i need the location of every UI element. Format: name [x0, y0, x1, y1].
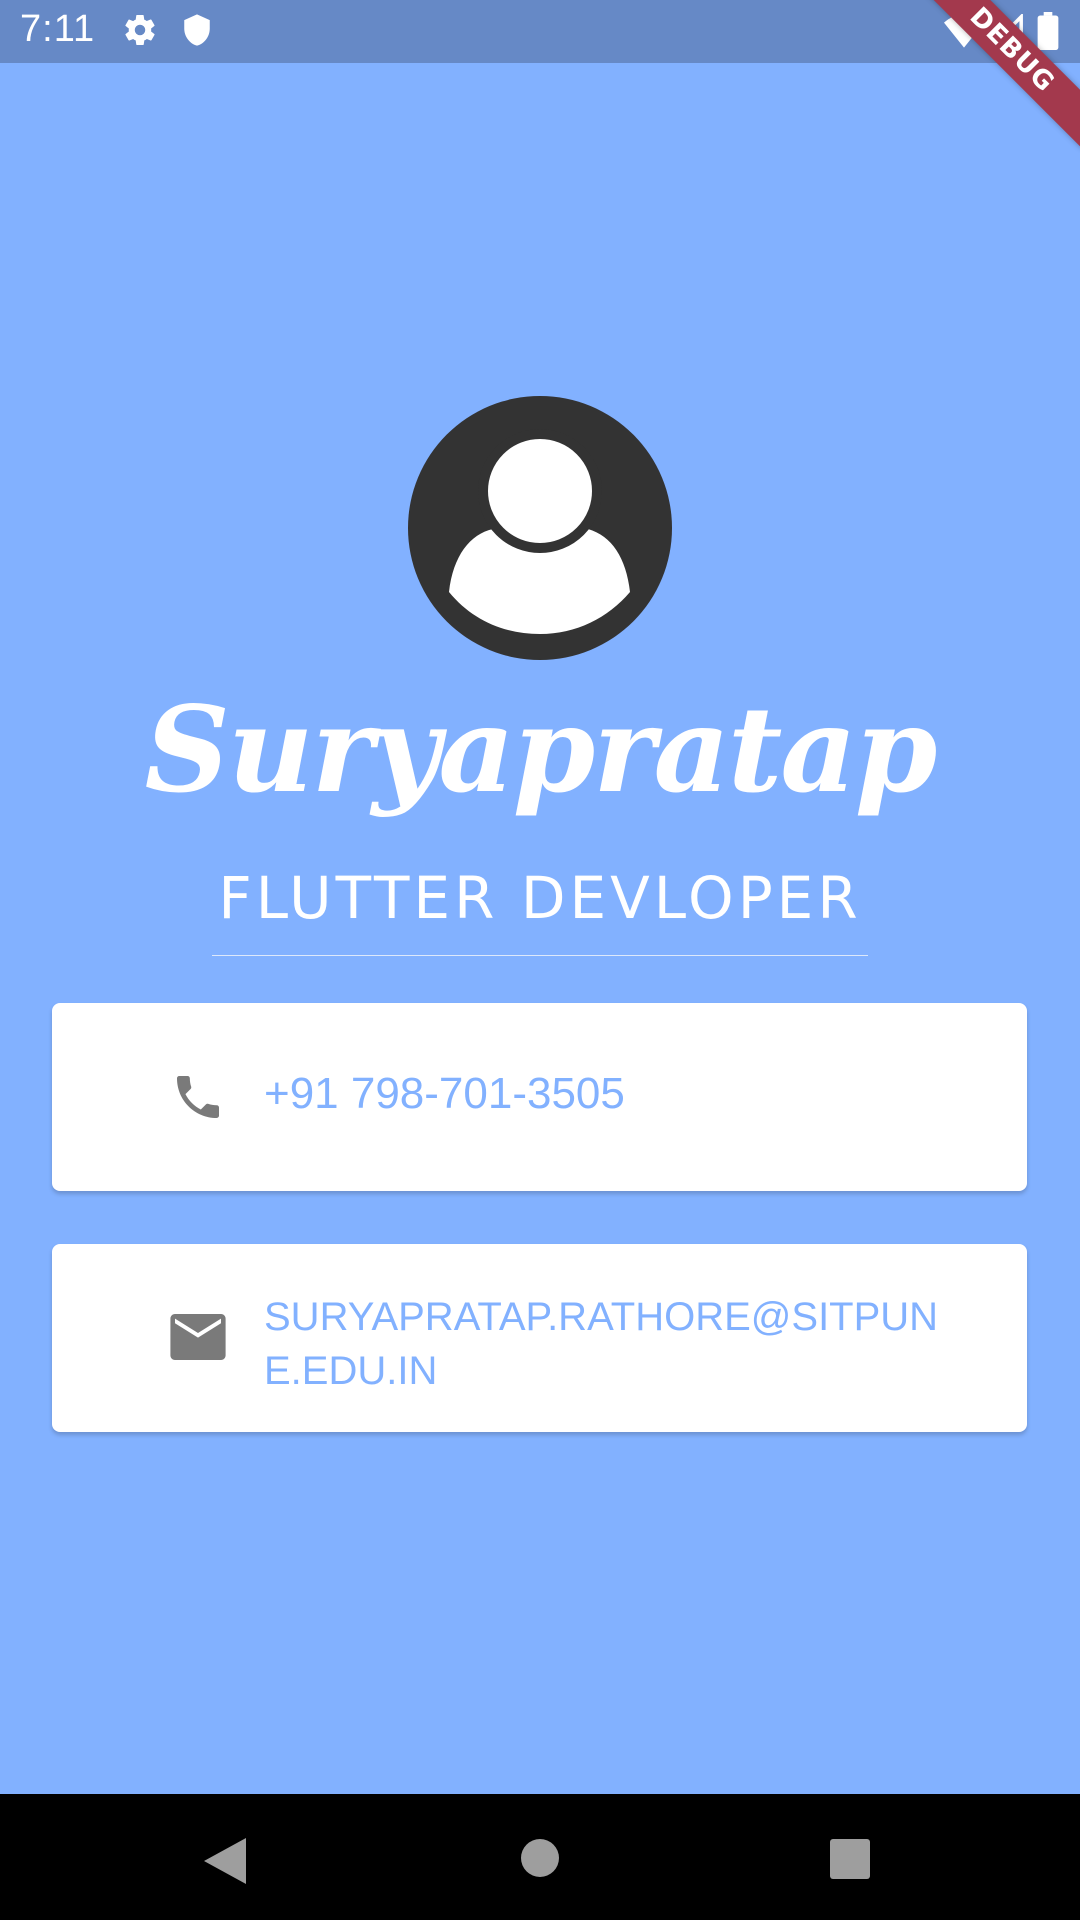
home-icon[interactable] — [520, 1838, 560, 1882]
account-circle-icon — [408, 396, 672, 660]
recents-icon[interactable] — [830, 1839, 870, 1883]
email-card[interactable]: SURYAPRATAP.RATHORE@SITPUNE.EDU.IN — [52, 1244, 1027, 1432]
navigation-bar — [0, 1794, 1080, 1920]
status-time: 7:11 — [20, 8, 96, 50]
phone-card[interactable]: +91 798-701-3505 — [52, 1003, 1027, 1191]
status-bar: 7:11 — [0, 0, 1080, 63]
email-address: SURYAPRATAP.RATHORE@SITPUNE.EDU.IN — [264, 1295, 939, 1393]
phone-icon — [170, 1069, 226, 1129]
profile-role: FLUTTER DEVLOPER — [218, 864, 862, 932]
phone-number: +91 798-701-3505 — [264, 1069, 625, 1118]
back-icon[interactable] — [204, 1838, 246, 1888]
avatar — [408, 396, 672, 660]
shield-icon — [180, 12, 214, 52]
battery-icon — [1036, 12, 1060, 54]
divider — [212, 955, 868, 956]
email-icon — [170, 1314, 226, 1364]
settings-icon — [122, 12, 158, 52]
profile-name: Suryapratap — [144, 680, 938, 819]
